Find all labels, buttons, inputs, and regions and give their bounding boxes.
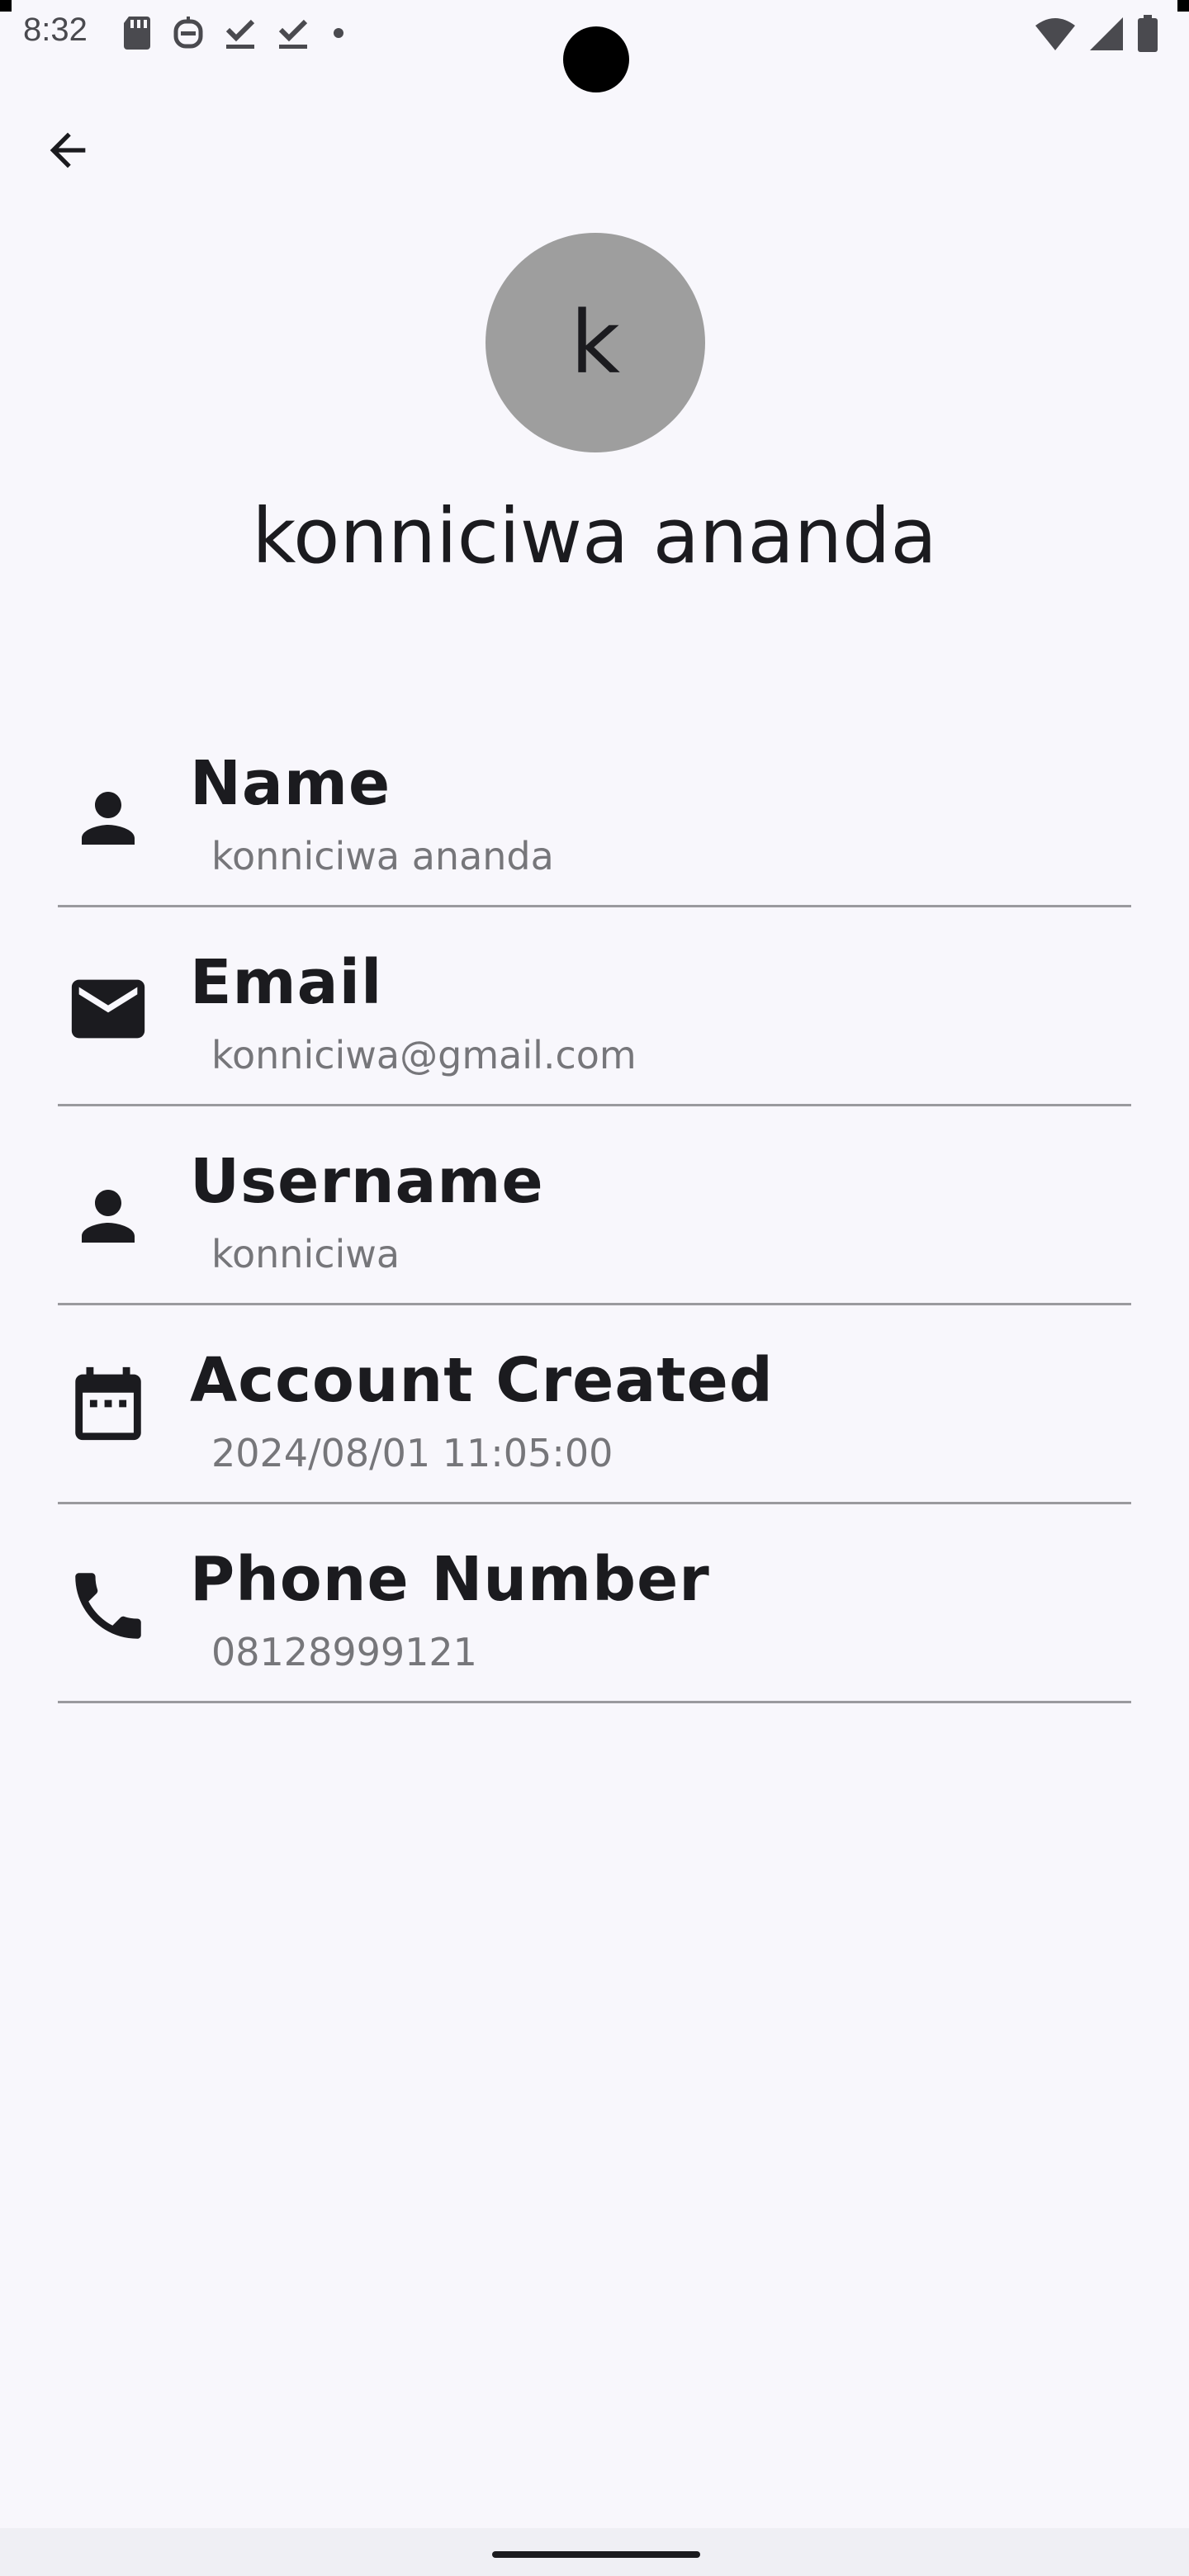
avatar: k [486,233,705,452]
arrow-back-icon [50,132,86,168]
info-value: konniciwa [211,1232,400,1276]
info-label: Email [190,947,383,1018]
person-icon [64,1172,152,1260]
info-row-account-created: Account Created 2024/08/01 11:05:00 [58,1305,1131,1504]
avatar-initial: k [570,292,621,393]
profile-name: konniciwa ananda [252,492,937,580]
info-label: Phone Number [190,1544,710,1615]
signal-icon [1090,17,1123,50]
person-icon [64,774,152,862]
info-label: Account Created [190,1345,774,1416]
battery-icon [1138,15,1158,52]
status-time: 8:32 [23,12,88,48]
status-bar: 8:32 [0,0,1189,92]
info-label: Username [190,1146,544,1217]
wifi-icon [1035,18,1075,50]
camera-cutout [563,26,629,92]
info-row-phone: Phone Number 08128999121 [58,1504,1131,1703]
phone-icon [64,1562,152,1650]
download-done-icon [278,19,308,49]
mail-icon [64,965,152,1053]
notification-icons [121,15,348,51]
info-value: konniciwa ananda [211,834,554,878]
profile-info-list: Name konniciwa ananda Email konniciwa@gm… [58,708,1131,1703]
info-label: Name [190,748,391,819]
download-done-icon [225,19,255,49]
back-button[interactable] [41,116,121,185]
sd-card-icon [124,17,150,50]
calendar-icon [64,1360,152,1447]
robot-icon [173,17,203,49]
info-value: konniciwa@gmail.com [211,1033,637,1077]
system-icons [1034,15,1159,53]
info-row-email: Email konniciwa@gmail.com [58,907,1131,1106]
info-value: 08128999121 [211,1630,477,1674]
dot-icon [334,28,343,38]
home-gesture-handle[interactable] [492,2551,700,2558]
info-row-username: Username konniciwa [58,1106,1131,1305]
info-row-name: Name konniciwa ananda [58,708,1131,907]
info-value: 2024/08/01 11:05:00 [211,1431,613,1475]
